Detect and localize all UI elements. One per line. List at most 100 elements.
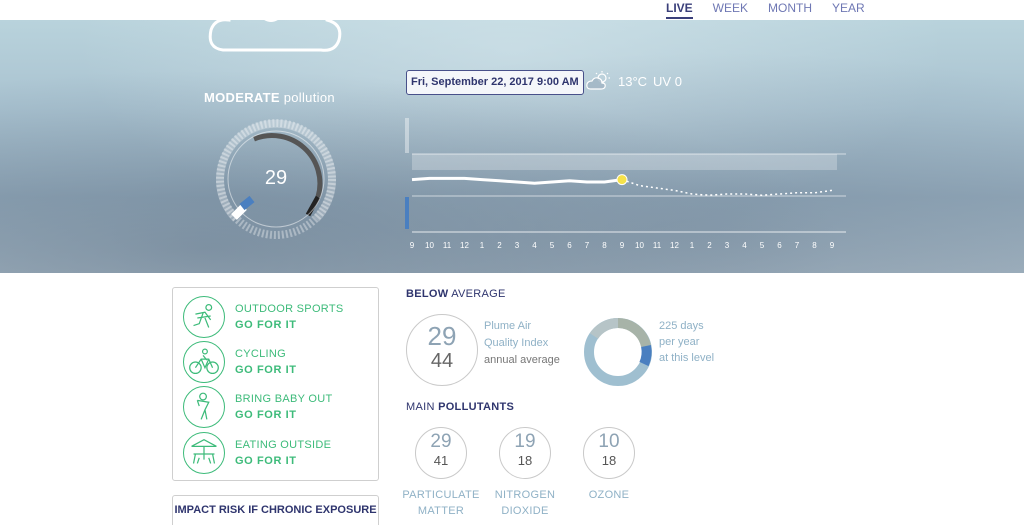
activity-status: GO FOR IT — [235, 409, 297, 421]
x-tick-label: 12 — [670, 241, 679, 250]
days-line2: per year — [659, 336, 700, 348]
x-tick-label: 4 — [742, 241, 747, 250]
x-tick-label: 12 — [460, 241, 469, 250]
x-tick-label: 3 — [515, 241, 520, 250]
aqi-forecast-chart: 9 10 11 12 1 2 3 4 5 6 7 8 9 10 11 12 1 2 3 4 5 6 7 8 9 — [405, 118, 846, 250]
x-tick-label: 5 — [550, 241, 555, 250]
x-tick-label: 6 — [567, 241, 572, 250]
x-tick-label: 11 — [443, 241, 452, 250]
days-count: 225 days — [659, 320, 704, 332]
pollutant-name-line2: MATTER — [417, 505, 465, 517]
cloud-face-icon — [208, 20, 342, 52]
x-tick-label: 9 — [410, 241, 415, 250]
pollutant-average: 18 — [517, 453, 533, 468]
aqi-label-line3: annual average — [484, 354, 560, 366]
x-tick-label: 11 — [653, 241, 662, 250]
page: LIVE WEEK MONTH YEAR MODERATE pollution — [0, 0, 1024, 525]
chart-ticks: 9 10 11 12 1 2 3 4 5 6 7 8 9 10 11 12 1 2 3 4 5 6 7 8 9 — [410, 241, 835, 250]
pollutants-title-rest: MAIN — [406, 401, 435, 413]
aqi-comparison-label: Plume Air Quality Index annual average — [484, 318, 560, 369]
activity-name: CYCLING — [235, 348, 286, 360]
baby-icon — [183, 386, 225, 428]
uv-index: UV 0 — [653, 73, 682, 89]
x-tick-label: 8 — [602, 241, 607, 250]
moderate-band — [412, 154, 837, 170]
datetime-selector[interactable]: Fri, September 22, 2017 9:00 AM — [406, 70, 584, 95]
activity-name: BRING BABY OUT — [235, 393, 333, 405]
x-tick-label: 1 — [690, 241, 695, 250]
chart-marks — [411, 174, 833, 196]
days-donut-chart — [584, 318, 652, 386]
weather-info: 13°C UV 0 — [586, 71, 682, 91]
activity-outdoor-sports: OUTDOOR SPORTS GO FOR IT — [183, 296, 344, 338]
pollutant-circle: 29 41 — [415, 427, 467, 479]
activity-status: GO FOR IT — [235, 319, 297, 331]
current-aqi: 29 — [427, 321, 457, 351]
temperature: 13°C — [618, 73, 648, 89]
donut-segment-upper — [617, 318, 651, 348]
pollutant-name-line2: DIOXIDE — [501, 505, 549, 517]
running-icon — [183, 296, 225, 338]
x-tick-label: 2 — [497, 241, 502, 250]
days-per-year-label: 225 days per year at this level — [659, 318, 714, 366]
activity-name: EATING OUTSIDE — [235, 439, 332, 451]
pollutant-name-line1: PARTICULATE — [402, 489, 480, 501]
activity-status: GO FOR IT — [235, 364, 297, 376]
aqi-comparison-circle: 29 44 — [406, 314, 478, 386]
x-tick-label: 5 — [760, 241, 765, 250]
pollutant-name-line1: NITROGEN — [494, 489, 556, 501]
pollutants-title-bold: POLLUTANTS — [438, 401, 515, 413]
annual-aqi: 44 — [430, 350, 454, 372]
average-title-rest: AVERAGE — [451, 288, 506, 300]
partly-cloudy-icon — [586, 71, 610, 90]
x-tick-label: 2 — [707, 241, 712, 250]
x-tick-label: 6 — [777, 241, 782, 250]
pollution-level: MODERATE — [204, 90, 280, 105]
past-aqi-line — [411, 176, 623, 185]
x-tick-label: 9 — [620, 241, 625, 250]
average-title-bold: BELOW — [406, 288, 449, 300]
tab-year[interactable]: YEAR — [832, 1, 865, 19]
x-tick-label: 10 — [425, 241, 434, 250]
pollutant-particulate-matter[interactable]: 29 41 PARTICULATE MATTER — [401, 427, 481, 519]
pollutant-circle: 10 18 — [583, 427, 635, 479]
impact-risk-card[interactable]: IMPACT RISK IF CHRONIC EXPOSURE — [172, 495, 379, 525]
x-tick-label: 1 — [480, 241, 485, 250]
pollutant-circle: 19 18 — [499, 427, 551, 479]
activity-eating-outside: EATING OUTSIDE GO FOR IT — [183, 432, 331, 474]
aqi-value: 29 — [264, 167, 288, 189]
picnic-table-icon — [183, 432, 225, 474]
pollutant-nitrogen-dioxide[interactable]: 19 18 NITROGEN DIOXIDE — [485, 427, 565, 519]
activities-card: OUTDOOR SPORTS GO FOR IT CYCLING GO FOR … — [172, 287, 379, 481]
activity-status: GO FOR IT — [235, 455, 297, 467]
current-hour-point[interactable] — [616, 174, 628, 186]
aqi-label-line2: Quality Index — [484, 337, 549, 349]
tab-month[interactable]: MONTH — [768, 1, 812, 19]
x-tick-label: 8 — [812, 241, 817, 250]
days-line3: at this level — [659, 352, 715, 364]
pollution-suffix: pollution — [283, 90, 335, 105]
pollutant-average: 18 — [601, 453, 617, 468]
donut-segment-current — [639, 344, 652, 367]
pollutant-average: 41 — [433, 453, 449, 468]
pollution-level-label: MODERATE pollution — [204, 90, 335, 105]
x-tick-label: 4 — [532, 241, 537, 250]
forecast-aqi-line — [621, 178, 833, 196]
pollutant-name: PARTICULATE MATTER — [401, 487, 481, 519]
pollutant-name: OZONE — [569, 487, 649, 503]
x-tick-label: 9 — [830, 241, 835, 250]
pollutant-ozone[interactable]: 10 18 OZONE — [569, 427, 649, 503]
aqi-label-line1: Plume Air — [484, 320, 532, 332]
top-nav: LIVE WEEK MONTH YEAR — [0, 0, 1024, 20]
pollutants-title: MAIN POLLUTANTS — [406, 401, 514, 413]
tab-week[interactable]: WEEK — [713, 1, 748, 19]
x-tick-label: 7 — [585, 241, 590, 250]
band-scale-upper — [405, 118, 409, 153]
hero-banner: MODERATE pollution 29 Fri, September 22,… — [0, 20, 1024, 273]
tab-live[interactable]: LIVE — [666, 1, 693, 19]
pollutant-current: 29 — [430, 431, 452, 452]
activity-cycling: CYCLING GO FOR IT — [183, 341, 297, 383]
band-scale-lower — [405, 197, 409, 229]
time-range-tabs: LIVE WEEK MONTH YEAR — [666, 1, 885, 19]
average-title: BELOW AVERAGE — [406, 288, 506, 300]
